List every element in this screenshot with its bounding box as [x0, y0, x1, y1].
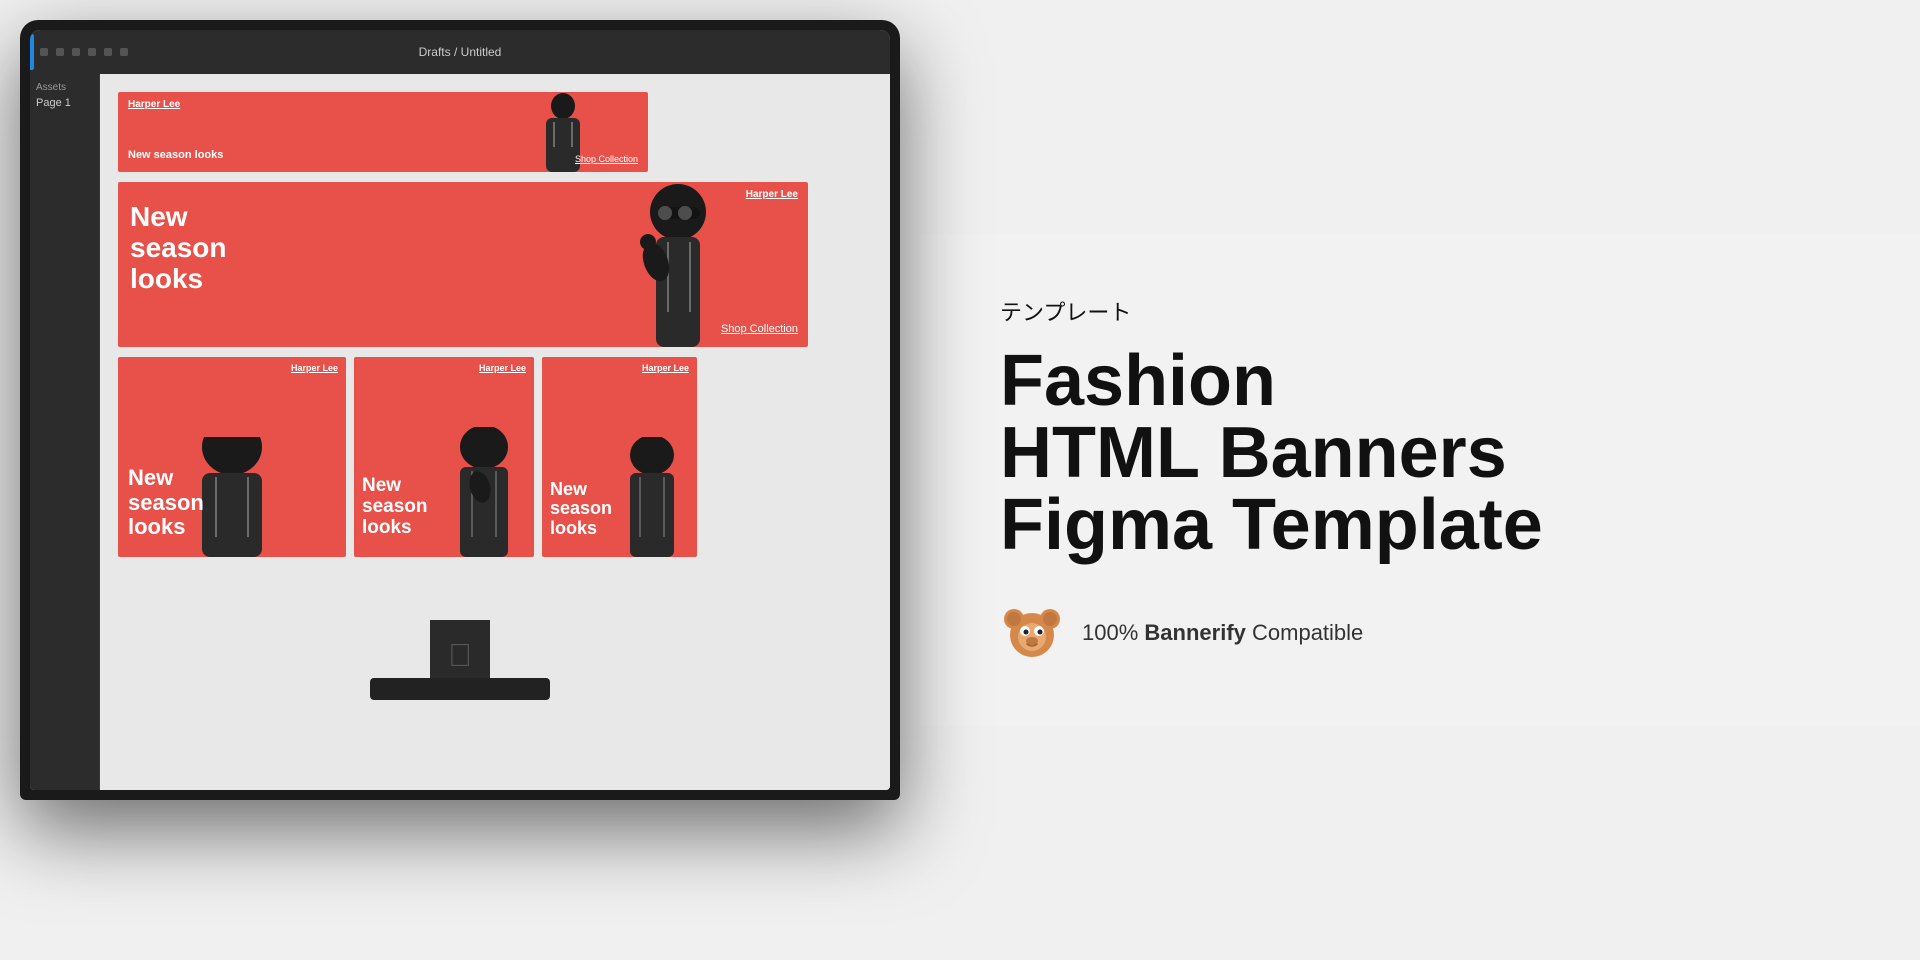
banner-medium-2: Harper Lee Newseasonlooks: [542, 357, 697, 557]
person-med2: [607, 437, 697, 557]
monitor-stand-base: [370, 678, 550, 700]
main-title: Fashion HTML Banners Figma Template: [1000, 345, 1840, 561]
brand-large: Harper Lee: [746, 189, 798, 200]
right-panel: テンプレート Fashion HTML Banners Figma Templa…: [920, 235, 1920, 725]
brand-med2: Harper Lee: [642, 363, 689, 373]
brand-square: Harper Lee: [291, 363, 338, 373]
headline-square: Newseasonlooks: [128, 466, 204, 539]
figma-breadcrumb: Drafts / Untitled: [419, 45, 502, 59]
brand-leaderboard: Harper Lee: [128, 99, 180, 110]
apple-logo: : [448, 637, 472, 674]
headline-large: Newseasonlooks: [130, 202, 227, 294]
shop-link-large[interactable]: Shop Collection: [721, 323, 798, 335]
headline-med1: Newseasonlooks: [362, 476, 427, 539]
monitor-body: Drafts / Untitled Assets Page 1 Harper L…: [20, 20, 900, 800]
title-line-1: Fashion: [1000, 341, 1276, 421]
banner-square: Harper Lee Newseasonlooks: [118, 357, 346, 557]
banner-leaderboard: Harper Lee New season looks Shop Collect…: [118, 92, 648, 172]
figma-sidebar: Assets Page 1: [30, 74, 100, 790]
tool-shape[interactable]: [72, 48, 80, 56]
shop-link-leaderboard[interactable]: Shop Collection: [575, 154, 638, 164]
banner-large: Newseasonlooks Harper Lee Shop Collectio…: [118, 182, 808, 347]
tool-move[interactable]: [40, 48, 48, 56]
headline-leaderboard: New season looks: [128, 149, 223, 162]
compat-row: 100% Bannerify Compatible: [1000, 601, 1840, 665]
title-line-3: Figma Template: [1000, 485, 1543, 565]
banner-medium-1: Harper Lee Newseasonlooks: [354, 357, 534, 557]
compat-text: 100% Bannerify Compatible: [1082, 620, 1363, 646]
figma-top-bar: Drafts / Untitled: [30, 30, 890, 74]
compat-prefix: 100%: [1082, 620, 1138, 645]
compat-brand: Bannerify: [1144, 620, 1245, 645]
tool-comment[interactable]: [120, 48, 128, 56]
figma-side-accent: [30, 34, 34, 70]
bear-icon: [1000, 601, 1064, 665]
tool-hand[interactable]: [104, 48, 112, 56]
banner-row: Harper Lee Newseasonlooks: [118, 357, 872, 557]
monitor-wrapper: Drafts / Untitled Assets Page 1 Harper L…: [0, 0, 920, 960]
template-label: テンプレート: [1000, 295, 1840, 327]
assets-label: Assets: [36, 82, 93, 93]
brand-med1: Harper Lee: [479, 363, 526, 373]
figma-toolbar-tools: [40, 48, 128, 56]
tool-text[interactable]: [88, 48, 96, 56]
headline-med2: Newseasonlooks: [550, 480, 612, 539]
title-line-2: HTML Banners: [1000, 413, 1507, 493]
person-med1: [434, 427, 534, 557]
tool-frame[interactable]: [56, 48, 64, 56]
compat-suffix: Compatible: [1252, 620, 1363, 645]
page-label: Page 1: [36, 97, 93, 109]
